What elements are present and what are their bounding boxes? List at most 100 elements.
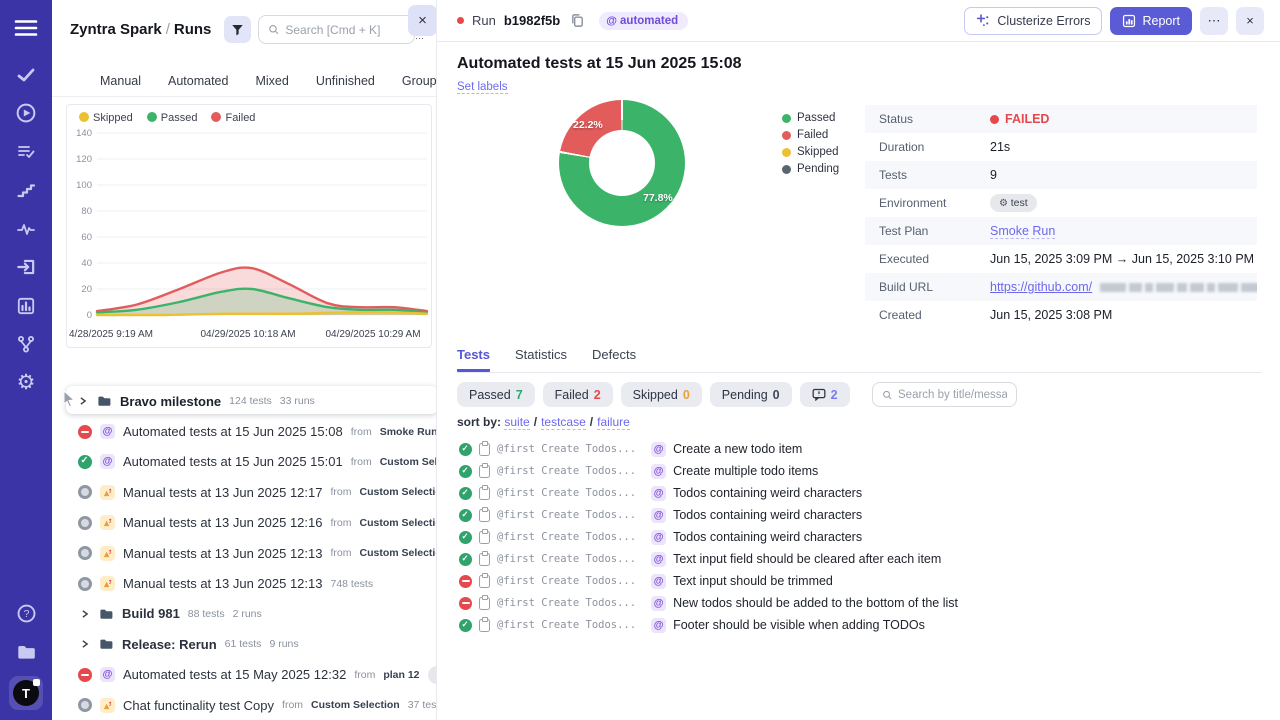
passed-icon xyxy=(459,553,472,566)
filter-button[interactable] xyxy=(224,16,251,43)
folder-title: Release: Rerun xyxy=(122,637,217,652)
sort-by-suite[interactable]: suite xyxy=(504,415,529,430)
sidebar-item-milestones[interactable] xyxy=(0,175,52,205)
breadcrumb-project[interactable]: Zyntra Spark xyxy=(70,21,162,38)
breadcrumb: Zyntra Spark/Runs xyxy=(70,21,211,38)
copy-run-id-button[interactable] xyxy=(570,13,585,28)
manual-run-icon xyxy=(100,485,115,500)
sidebar-item-runs[interactable] xyxy=(0,98,52,128)
filter-passed[interactable]: Passed7 xyxy=(457,382,535,407)
suite-label: @first Create Todos... xyxy=(497,597,636,609)
menu-button[interactable] xyxy=(0,13,52,43)
tab-mixed[interactable]: Mixed xyxy=(255,74,288,88)
suite-label: @first Create Todos... xyxy=(497,531,636,543)
sidebar-item-reports[interactable] xyxy=(0,291,52,321)
sidebar-item-tests[interactable] xyxy=(0,60,52,90)
tab-automated[interactable]: Automated xyxy=(168,74,228,88)
runs-panel: Zyntra Spark/Runs × ⋯ Manual Automated M… xyxy=(52,0,437,720)
milestone-row[interactable]: Bravo milestone 124 tests 33 runs xyxy=(52,386,436,416)
tab-groups[interactable]: Groups xyxy=(402,74,437,88)
folder-row[interactable]: Build 981 88 tests 2 runs xyxy=(52,599,436,629)
test-row[interactable]: @first Create Todos...Text input should … xyxy=(437,570,1280,592)
filter-comments[interactable]: 2 xyxy=(800,382,850,407)
tab-tests[interactable]: Tests xyxy=(457,347,490,372)
runs-search[interactable] xyxy=(258,15,415,44)
set-labels-link[interactable]: Set labels xyxy=(457,81,508,94)
user-avatar-tile[interactable]: T xyxy=(9,676,43,710)
test-plan-link[interactable]: Smoke Run xyxy=(990,224,1055,239)
test-row[interactable]: @first Create Todos...Todos containing w… xyxy=(437,526,1280,548)
chevron-right-icon[interactable] xyxy=(80,639,90,649)
legend-skipped: Skipped xyxy=(782,146,839,158)
clipboard-icon xyxy=(479,465,490,478)
run-list-item[interactable]: Manual tests at 13 Jun 2025 12:13 from C… xyxy=(52,538,436,568)
sidebar-item-settings[interactable]: ⚙ xyxy=(0,367,52,397)
folder-icon xyxy=(15,641,37,663)
chevron-right-icon[interactable] xyxy=(78,396,88,406)
run-list-item[interactable]: Automated tests at 15 May 2025 12:32 fro… xyxy=(52,660,436,690)
panel-close-button[interactable]: × xyxy=(408,5,437,36)
chevron-right-icon[interactable] xyxy=(80,609,90,619)
tab-manual[interactable]: Manual xyxy=(100,74,141,88)
test-row[interactable]: @first Create Todos...Todos containing w… xyxy=(437,482,1280,504)
sort-by-testcase[interactable]: testcase xyxy=(541,415,586,430)
run-title: Manual tests at 13 Jun 2025 12:13 xyxy=(123,576,322,591)
sidebar-item-test-plans[interactable] xyxy=(0,137,52,167)
automated-test-icon xyxy=(651,618,666,633)
close-run-button[interactable]: × xyxy=(1236,7,1264,35)
run-list-item[interactable]: Chat functinality test Copy from Custom … xyxy=(52,690,436,720)
automated-badge: automated xyxy=(599,12,688,30)
passed-icon xyxy=(459,531,472,544)
folder-icon xyxy=(98,606,114,622)
test-row[interactable]: @first Create Todos...Create multiple to… xyxy=(437,460,1280,482)
tab-defects[interactable]: Defects xyxy=(592,347,636,372)
folder-title: Build 981 xyxy=(122,606,180,621)
suite-label: @first Create Todos... xyxy=(497,553,636,565)
tab-unfinished[interactable]: Unfinished xyxy=(316,74,375,88)
tests-search-input[interactable] xyxy=(898,389,1007,401)
filter-skipped[interactable]: Skipped0 xyxy=(621,382,702,407)
runs-search-input[interactable] xyxy=(285,23,405,37)
run-title-heading: Automated tests at 15 Jun 2025 15:08 xyxy=(457,55,742,73)
tests-search[interactable] xyxy=(872,382,1017,407)
help-button[interactable]: ? xyxy=(0,598,52,628)
clipboard-icon xyxy=(479,509,490,522)
report-button[interactable]: Report xyxy=(1110,7,1192,35)
test-row[interactable]: @first Create Todos...Text input field s… xyxy=(437,548,1280,570)
run-list: Bravo milestone 124 tests 33 runs Automa… xyxy=(52,386,436,720)
build-url-link[interactable]: https://github.com/ xyxy=(990,280,1092,294)
run-list-item[interactable]: Manual tests at 13 Jun 2025 12:16 from C… xyxy=(52,508,436,538)
clusterize-errors-button[interactable]: Clusterize Errors xyxy=(964,7,1102,35)
test-row[interactable]: @first Create Todos...Footer should be v… xyxy=(437,614,1280,636)
sort-by-failure[interactable]: failure xyxy=(597,415,630,430)
more-options-button[interactable]: ⋯ xyxy=(1200,7,1228,35)
test-row[interactable]: @first Create Todos...Todos containing w… xyxy=(437,504,1280,526)
sidebar-item-branches[interactable] xyxy=(0,329,52,359)
run-list-item[interactable]: Manual tests at 13 Jun 2025 12:13 748 te… xyxy=(52,568,436,598)
run-list-item[interactable]: Automated tests at 15 Jun 2025 15:08 fro… xyxy=(52,416,436,446)
filter-failed[interactable]: Failed2 xyxy=(543,382,613,407)
projects-button[interactable] xyxy=(0,637,52,667)
failed-status-icon xyxy=(78,668,92,682)
sidebar-item-import[interactable] xyxy=(0,252,52,282)
filter-pending[interactable]: Pending0 xyxy=(710,382,792,407)
test-row[interactable]: @first Create Todos...Create a new todo … xyxy=(437,438,1280,460)
run-info-table: Status FAILED Duration 21s Tests 9 Envir… xyxy=(865,105,1257,329)
folder-row[interactable]: Release: Rerun 61 tests 9 runs xyxy=(52,629,436,659)
run-source: Smoke Run xyxy=(380,426,437,438)
automated-test-icon xyxy=(651,508,666,523)
legend-skipped: Skipped xyxy=(79,112,133,124)
run-type-tabs: Manual Automated Mixed Unfinished Groups xyxy=(52,66,436,97)
runs-area-chart: 0204060801001201404/28/2025 9:19 AM04/29… xyxy=(67,125,431,347)
help-icon: ? xyxy=(16,603,37,624)
automated-test-icon xyxy=(651,530,666,545)
run-list-item[interactable]: Manual tests at 13 Jun 2025 12:17 from C… xyxy=(52,477,436,507)
folder-icon xyxy=(96,393,112,409)
sidebar-item-analytics[interactable] xyxy=(0,214,52,244)
test-title: Todos containing weird characters xyxy=(673,486,862,500)
automated-test-icon xyxy=(651,596,666,611)
run-list-item[interactable]: Automated tests at 15 Jun 2025 15:01 fro… xyxy=(52,447,436,477)
mouse-cursor xyxy=(62,390,76,408)
test-row[interactable]: @first Create Todos...New todos should b… xyxy=(437,592,1280,614)
tab-statistics[interactable]: Statistics xyxy=(515,347,567,372)
